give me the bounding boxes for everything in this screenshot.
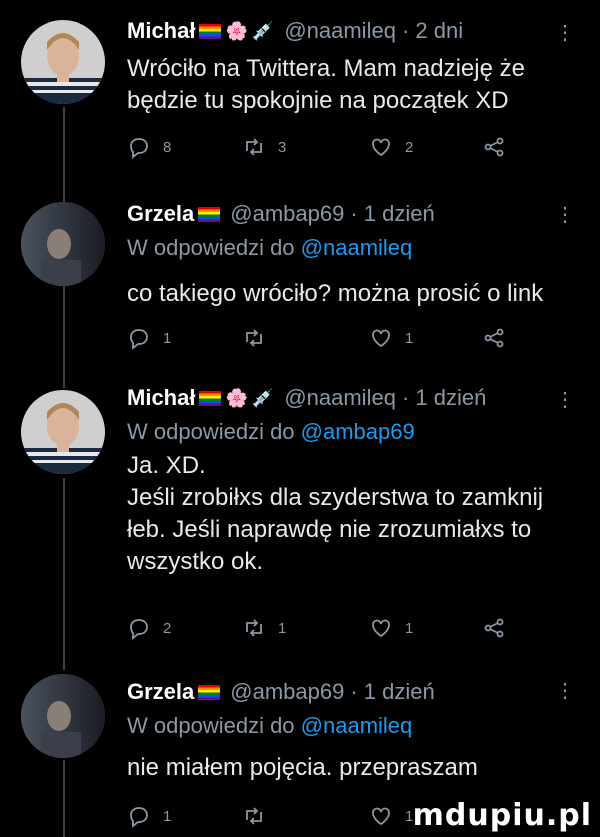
more-options-icon[interactable]: ⋮ (555, 678, 575, 703)
tweet-text: nie miałem pojęcia. przepraszam (127, 754, 478, 781)
reply-button[interactable]: 2 (127, 616, 171, 640)
more-options-icon[interactable]: ⋮ (555, 387, 575, 412)
display-name[interactable]: Michał (127, 384, 195, 412)
avatar[interactable] (21, 390, 105, 474)
tweet[interactable]: Grzela @ambap69 · 1 dzień W odpowiedzi d… (0, 190, 600, 370)
display-name[interactable]: Michał (127, 17, 195, 45)
tweet-text: Wróciło na Twittera. Mam nadzieję że będ… (127, 55, 525, 114)
flower-emoji-icon: 🌸 (225, 21, 248, 41)
rainbow-flag-icon (199, 23, 222, 39)
reply-icon (130, 329, 148, 350)
reply-prefix: W odpowiedzi do (127, 713, 301, 738)
share-button[interactable] (482, 326, 506, 350)
timestamp[interactable]: · 1 dzień (402, 384, 486, 412)
more-options-icon[interactable]: ⋮ (555, 20, 575, 45)
retweet-icon (246, 619, 262, 637)
reply-button[interactable]: 8 (127, 135, 171, 159)
avatar[interactable] (21, 674, 105, 758)
heart-icon (372, 807, 390, 826)
like-button[interactable]: 2 (369, 135, 413, 159)
more-options-icon[interactable]: ⋮ (555, 202, 575, 227)
display-name[interactable]: Grzela (127, 200, 194, 228)
retweet-button[interactable]: 1 (242, 616, 286, 640)
handle[interactable]: @ambap69 (230, 200, 344, 228)
share-button[interactable] (482, 616, 506, 640)
handle[interactable]: @naamileq (284, 384, 396, 412)
handle[interactable]: @naamileq (284, 17, 396, 45)
reply-icon (130, 807, 148, 828)
handle[interactable]: @ambap69 (230, 678, 344, 706)
heart-icon (372, 329, 390, 348)
share-button[interactable] (482, 135, 506, 159)
tweet[interactable]: Michał 🌸 💉 @naamileq · 1 dzień W odpowie… (0, 370, 600, 660)
reply-icon (130, 138, 148, 159)
reply-count: 2 (163, 619, 172, 637)
avatar[interactable] (21, 202, 105, 286)
retweet-button[interactable] (242, 804, 278, 828)
tweet-text: Ja. XD. Jeśli zrobiłxs dla szyderstwa to… (127, 452, 544, 575)
reply-count: 8 (163, 138, 172, 156)
retweet-icon (246, 807, 262, 825)
reply-context: W odpowiedzi do @ambap69 (127, 416, 580, 448)
like-count: 1 (405, 329, 414, 347)
like-button[interactable]: 1 (369, 326, 413, 350)
heart-icon (372, 619, 390, 638)
rainbow-flag-icon (198, 684, 221, 700)
retweet-icon (246, 329, 262, 347)
retweet-count: 3 (278, 138, 287, 156)
retweet-count: 1 (278, 619, 287, 637)
rainbow-flag-icon (198, 206, 221, 222)
reply-prefix: W odpowiedzi do (127, 235, 301, 260)
reply-button[interactable]: 1 (127, 804, 171, 828)
reply-mention-link[interactable]: @ambap69 (301, 419, 415, 444)
reply-mention-link[interactable]: @naamileq (301, 235, 413, 260)
rainbow-flag-icon (199, 390, 222, 406)
like-button[interactable]: 1 (369, 616, 413, 640)
reply-icon (130, 619, 148, 640)
reply-count: 1 (163, 807, 172, 825)
syringe-emoji-icon: 💉 (251, 388, 275, 408)
timestamp[interactable]: · 1 dzień (350, 200, 434, 228)
like-button[interactable]: 1 (369, 804, 413, 828)
like-count: 2 (405, 138, 414, 156)
avatar[interactable] (21, 20, 105, 104)
share-icon (484, 137, 504, 157)
reply-button[interactable]: 1 (127, 326, 171, 350)
retweet-button[interactable] (242, 326, 278, 350)
heart-icon (372, 138, 390, 157)
tweet-text: co takiego wróciło? można prosić o link (127, 280, 544, 307)
flower-emoji-icon: 🌸 (225, 388, 248, 408)
watermark: mdupiu.pl (412, 798, 592, 833)
timestamp[interactable]: · 2 dni (402, 17, 463, 45)
share-icon (484, 618, 504, 638)
reply-context: W odpowiedzi do @naamileq (127, 710, 580, 742)
tweet[interactable]: Michał 🌸 💉 @naamileq · 2 dni Wróciło na … (0, 0, 600, 190)
syringe-emoji-icon: 💉 (251, 21, 275, 41)
like-count: 1 (405, 619, 414, 637)
retweet-button[interactable]: 3 (242, 135, 286, 159)
retweet-icon (246, 138, 262, 156)
reply-prefix: W odpowiedzi do (127, 419, 301, 444)
timestamp[interactable]: · 1 dzień (350, 678, 434, 706)
display-name[interactable]: Grzela (127, 678, 194, 706)
share-icon (484, 328, 504, 348)
reply-context: W odpowiedzi do @naamileq (127, 232, 580, 264)
reply-mention-link[interactable]: @naamileq (301, 713, 413, 738)
reply-count: 1 (163, 329, 172, 347)
